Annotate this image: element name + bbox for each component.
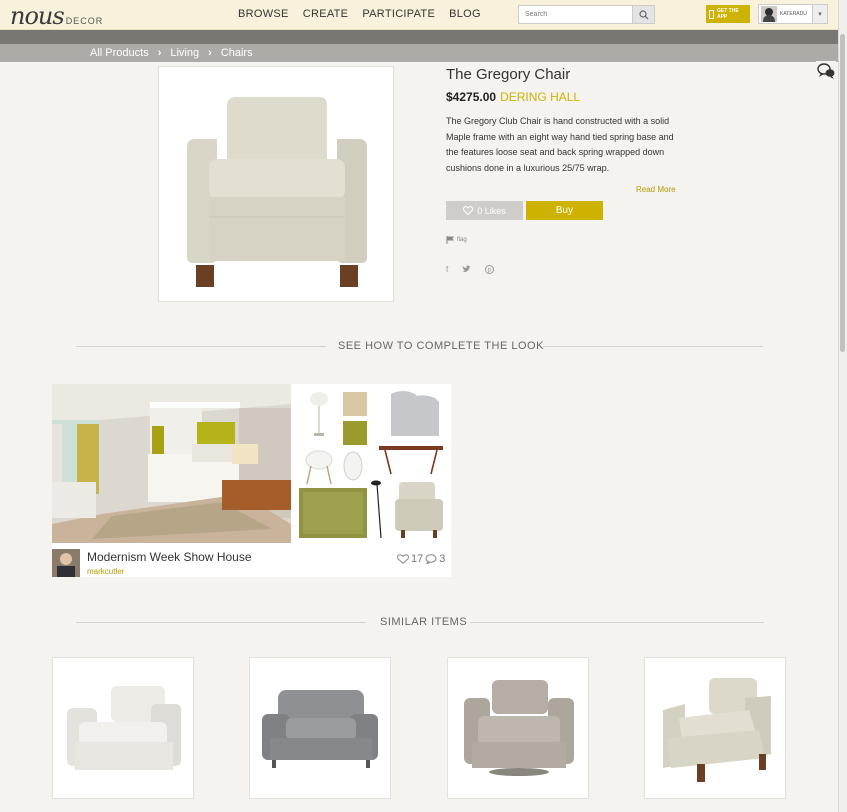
look-author-avatar[interactable]: [52, 549, 80, 577]
section-divider: [470, 622, 764, 623]
main-nav: BROWSE CREATE PARTICIPATE BLOG: [238, 8, 481, 20]
product-description: The Gregory Club Chair is hand construct…: [446, 116, 674, 173]
similar-item-2[interactable]: [249, 657, 391, 799]
read-more-link[interactable]: Read More: [636, 185, 676, 194]
breadcrumb-bar: All Products › Living › Chairs: [0, 44, 838, 62]
twitter-icon[interactable]: [462, 265, 471, 273]
nav-participate[interactable]: PARTICIPATE: [362, 8, 435, 20]
avatar: [761, 6, 777, 22]
product-price: $4275.00: [446, 90, 497, 104]
logo-script: nous: [10, 2, 65, 30]
look-stats: 17 3: [397, 553, 445, 565]
flag-icon: [446, 236, 454, 244]
likes-count: 0 Likes: [477, 205, 506, 216]
product-image[interactable]: [158, 66, 394, 302]
facebook-icon[interactable]: f: [446, 265, 448, 274]
username: KATERADU: [780, 11, 807, 17]
look-like-count: 17: [411, 553, 424, 565]
social-share: f p: [446, 265, 495, 274]
like-button[interactable]: 0 Likes: [446, 201, 523, 220]
nav-browse[interactable]: BROWSE: [238, 8, 289, 20]
chevron-down-icon[interactable]: ▾: [812, 5, 827, 23]
breadcrumb: All Products › Living › Chairs: [90, 47, 253, 59]
user-menu[interactable]: KATERADU ▾: [758, 4, 828, 24]
buy-button[interactable]: Buy: [526, 201, 603, 220]
product-price-line: $4275.00 DERING HALL: [446, 90, 580, 104]
mood-board-collage: [293, 384, 451, 543]
breadcrumb-chairs[interactable]: Chairs: [221, 47, 253, 59]
section-divider: [543, 346, 763, 347]
complete-look-heading: SEE HOW TO COMPLETE THE LOOK: [338, 340, 544, 352]
section-divider: [76, 346, 326, 347]
pinterest-icon[interactable]: p: [485, 265, 495, 274]
chat-icon[interactable]: [816, 61, 836, 81]
gray-armchair-image: [262, 690, 378, 768]
club-chair-image: [663, 678, 771, 782]
flag-button[interactable]: flag: [446, 236, 467, 244]
swivel-chair-image: [464, 680, 574, 776]
look-author[interactable]: markcutler: [87, 567, 124, 576]
heart-icon[interactable]: [397, 554, 409, 564]
top-header: nous DECOR BROWSE CREATE PARTICIPATE BLO…: [0, 0, 838, 30]
similar-items-heading: SIMILAR ITEMS: [380, 616, 468, 628]
search-input[interactable]: [519, 6, 633, 23]
look-comment-count: 3: [439, 553, 446, 565]
search-box: [518, 5, 655, 24]
nav-blog[interactable]: BLOG: [449, 8, 481, 20]
get-app-button[interactable]: GET THE APP: [706, 5, 750, 23]
search-icon: [638, 9, 649, 19]
chair-illustration: [187, 97, 367, 287]
chevron-right-icon: ›: [208, 47, 212, 59]
chevron-right-icon: ›: [157, 47, 162, 59]
flag-label: flag: [457, 237, 467, 243]
heart-icon: [463, 206, 474, 215]
comment-icon[interactable]: [425, 554, 437, 564]
phone-icon: [709, 9, 714, 19]
get-app-label: GET THE APP: [716, 8, 739, 20]
bedroom-photo: [52, 384, 291, 543]
dark-band: [0, 30, 838, 44]
scrollbar-thumb[interactable]: [840, 34, 845, 352]
logo-word: DECOR: [65, 16, 104, 26]
author-photo: [52, 549, 80, 577]
breadcrumb-living[interactable]: Living: [170, 47, 199, 59]
white-armchair-image: [67, 686, 181, 770]
similar-item-3[interactable]: [447, 657, 589, 799]
similar-item-4[interactable]: [644, 657, 786, 799]
search-button[interactable]: [632, 6, 654, 23]
similar-item-1[interactable]: [52, 657, 194, 799]
brand-link[interactable]: DERING HALL: [500, 90, 580, 104]
breadcrumb-all-products[interactable]: All Products: [90, 47, 149, 59]
product-title: The Gregory Chair: [446, 66, 571, 83]
nav-create[interactable]: CREATE: [303, 8, 349, 20]
look-title[interactable]: Modernism Week Show House: [87, 550, 252, 564]
section-divider: [76, 622, 366, 623]
look-card[interactable]: Modernism Week Show House markcutler 17 …: [52, 384, 451, 577]
site-logo[interactable]: nous DECOR: [10, 2, 104, 30]
